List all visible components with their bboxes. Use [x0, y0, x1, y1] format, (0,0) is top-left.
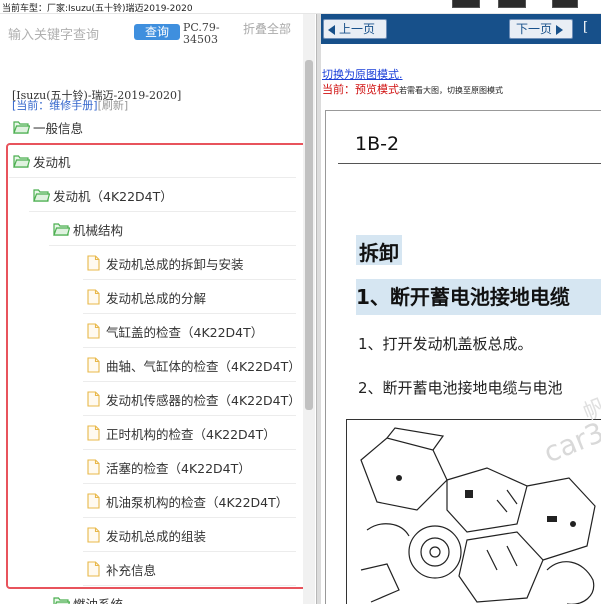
section-heading: 拆卸 — [356, 235, 402, 265]
tree-item[interactable]: 补充信息 — [0, 552, 310, 586]
tree-item-label: 燃油系统 — [73, 594, 123, 604]
tree-item-label: 机械结构 — [73, 223, 124, 238]
prev-page-label: 上一页 — [339, 22, 376, 36]
document-icon — [87, 561, 100, 581]
collapse-all-button[interactable]: 折叠全部 — [243, 23, 291, 36]
folder-open-icon — [33, 187, 51, 206]
tree-item-label: 补充信息 — [106, 563, 157, 578]
tree-item-label: 机油泵机构的检查（4K22D4T） — [106, 495, 289, 510]
arrow-left-icon — [328, 24, 335, 35]
tree-panel: 查询 PC.79-34503 折叠全部 [Isuzu(五十铃)-瑞迈-2019-… — [0, 14, 316, 604]
document-icon — [87, 255, 100, 275]
folder-open-icon — [13, 153, 31, 172]
top-toolbar-button[interactable] — [452, 0, 480, 8]
document-icon — [87, 425, 100, 445]
tree-item[interactable]: 发动机（4K22D4T） — [0, 178, 310, 212]
tree-item-label: 正时机构的检查（4K22D4T） — [106, 427, 276, 442]
tree-item-label: 活塞的检查（4K22D4T） — [106, 461, 251, 476]
step-text: 1、打开发动机盖板总成。 — [358, 335, 533, 353]
document-icon — [87, 391, 100, 411]
next-page-label: 下一页 — [516, 22, 553, 36]
document-viewer: 上一页 下一页 [ 切换为原图模式. 当前：预览模式若需看大图，切换至原图模式 … — [321, 14, 601, 604]
search-input[interactable] — [8, 24, 126, 46]
tree-item[interactable]: 发动机总成的分解 — [0, 280, 310, 314]
page-nav-bar: 上一页 下一页 [ — [321, 14, 601, 44]
tree-item-label: 气缸盖的检查（4K22D4T） — [106, 325, 264, 340]
tree-item[interactable]: 发动机总成的组装 — [0, 518, 310, 552]
pc-code: PC.79-34503 — [183, 21, 220, 46]
document-icon — [87, 459, 100, 479]
document-icon — [87, 493, 100, 513]
tree-item-label: 发动机总成的组装 — [106, 529, 207, 544]
document-page: 1B-2 拆卸 1、断开蓄电池接地电缆 1、打开发动机盖板总成。 2、断开蓄电池… — [325, 110, 601, 604]
document-icon — [87, 527, 100, 547]
tree-item[interactable]: 发动机传感器的检查（4K22D4T） — [0, 382, 310, 416]
document-icon — [87, 323, 100, 343]
tree-item-label: 发动机 — [33, 155, 71, 170]
scroll-thumb[interactable] — [305, 60, 313, 410]
top-toolbar-button[interactable] — [552, 0, 578, 8]
tree-item[interactable]: 燃油系统 — [0, 586, 310, 604]
tree-item[interactable]: 机械结构 — [0, 212, 310, 246]
preview-mode-label: 当前：预览模式 — [322, 83, 399, 96]
page-rule — [338, 163, 601, 164]
switch-original-mode-link[interactable]: 切换为原图模式. — [322, 66, 403, 82]
preview-mode-line: 当前：预览模式若需看大图，切换至原图模式 — [322, 81, 503, 97]
step-text: 2、断开蓄电池接地电缆与电池 — [358, 379, 563, 397]
document-icon — [87, 289, 100, 309]
page-number: 1B-2 — [355, 133, 400, 155]
step-heading: 1、断开蓄电池接地电缆 — [356, 279, 601, 315]
tree-item[interactable]: 正时机构的检查（4K22D4T） — [0, 416, 310, 450]
tree-item[interactable]: 发动机 — [0, 144, 310, 178]
tree-item-label: 发动机总成的拆卸与安装 — [106, 257, 244, 272]
query-button[interactable]: 查询 — [134, 24, 180, 40]
nav-extra: [ — [583, 20, 589, 35]
arrow-right-icon — [556, 24, 564, 35]
tree-item-label: 一般信息 — [33, 121, 84, 136]
tree-item[interactable]: 一般信息 — [0, 110, 310, 144]
next-page-button[interactable]: 下一页 — [509, 19, 573, 39]
tree-item-label: 曲轴、气缸体的检查（4K22D4T） — [106, 359, 301, 374]
folder-open-icon — [53, 595, 71, 604]
top-toolbar-button[interactable] — [498, 0, 526, 8]
document-icon — [87, 357, 100, 377]
tree-item[interactable]: 机油泵机构的检查（4K22D4T） — [0, 484, 310, 518]
tree-item[interactable]: 活塞的检查（4K22D4T） — [0, 450, 310, 484]
tree-item-label: 发动机传感器的检查（4K22D4T） — [106, 393, 301, 408]
prev-page-button[interactable]: 上一页 — [323, 19, 387, 39]
tree-item[interactable]: 曲轴、气缸体的检查（4K22D4T） — [0, 348, 310, 382]
tree-item-label: 发动机总成的分解 — [106, 291, 207, 306]
current-car-label: 当前车型：厂家:Isuzu(五十铃)瑞迈2019-2020 — [2, 4, 193, 14]
folder-open-icon — [13, 119, 31, 138]
tree-item[interactable]: 发动机总成的拆卸与安装 — [0, 246, 310, 280]
preview-mode-hint: 若需看大图，切换至原图模式 — [399, 86, 503, 95]
folder-open-icon — [53, 221, 71, 240]
tree-scrollbar[interactable] — [303, 14, 315, 604]
top-bar: 当前车型：厂家:Isuzu(五十铃)瑞迈2019-2020 — [0, 0, 601, 14]
tree-item[interactable]: 气缸盖的检查（4K22D4T） — [0, 314, 310, 348]
tree-item-label: 发动机（4K22D4T） — [53, 189, 173, 204]
